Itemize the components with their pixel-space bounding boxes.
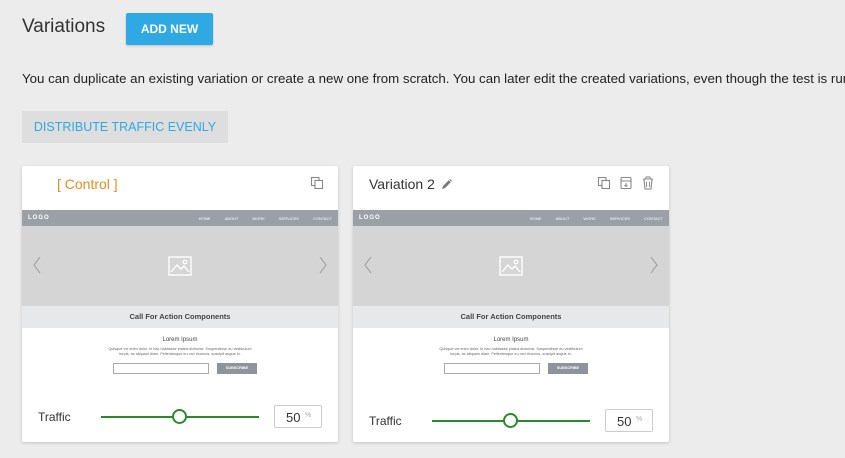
- preview-menu-item: HOME: [198, 215, 211, 221]
- card-header: Variation 2: [353, 166, 669, 210]
- trash-icon[interactable]: [641, 176, 655, 190]
- preview-menu-item: HOME: [529, 215, 542, 221]
- traffic-unit: %: [305, 412, 312, 419]
- preview-lorem-title: Lorem Ipsum: [493, 337, 529, 343]
- preview-logo: LOGO: [28, 215, 50, 221]
- traffic-row: Traffic 50 %: [22, 403, 338, 431]
- preview-lorem-line: turpis, ac aliquam diam. Pellentesque eu…: [450, 352, 572, 356]
- edit-icon[interactable]: [440, 177, 454, 191]
- preview-menu-item: WORK: [252, 215, 265, 221]
- duplicate-icon[interactable]: [310, 176, 324, 190]
- traffic-value: 50: [286, 410, 301, 425]
- preview-menu-item: ABOUT: [555, 215, 570, 221]
- add-new-button[interactable]: ADD NEW: [126, 13, 213, 45]
- preview-menu-item: WORK: [583, 215, 596, 221]
- card-header: [ Control ]: [22, 166, 338, 210]
- chevron-left-icon: [33, 256, 41, 274]
- preview-menu-item: SERVICES: [278, 215, 299, 221]
- preview-subscribe-button: SUBSCRIBE: [217, 363, 257, 374]
- preview-hero: [353, 226, 669, 306]
- traffic-slider-handle[interactable]: [172, 409, 187, 424]
- preview-nav: LOGO HOME ABOUT WORK SERVICES CONTACT: [353, 210, 669, 226]
- preview-menu-item: ABOUT: [224, 215, 239, 221]
- chevron-left-icon: [364, 256, 372, 274]
- preview-menu-item: CONTACT: [312, 215, 332, 221]
- traffic-value: 50: [617, 414, 632, 429]
- page-preview[interactable]: LOGO HOME ABOUT WORK SERVICES CONTACT Ca…: [22, 210, 338, 404]
- variation-name: [ Control ]: [57, 176, 118, 192]
- preview-nav: LOGO HOME ABOUT WORK SERVICES CONTACT: [22, 210, 338, 226]
- variation-card-2: Variation 2 LOGO HOME ABOUT WORK SERVICE…: [353, 166, 669, 442]
- archive-icon[interactable]: [619, 176, 633, 190]
- preview-cta-title: Call For Action Components: [353, 306, 669, 328]
- preview-menu-item: CONTACT: [643, 215, 663, 221]
- preview-subscribe-button: SUBSCRIBE: [548, 363, 588, 374]
- traffic-input[interactable]: 50 %: [605, 409, 653, 432]
- preview-form: SUBSCRIBE: [32, 363, 338, 374]
- preview-menu: HOME ABOUT WORK SERVICES CONTACT: [199, 216, 332, 221]
- preview-email-field: [444, 363, 540, 374]
- preview-body: Lorem Ipsum Quisque vel enim dolor. In h…: [22, 328, 338, 374]
- traffic-unit: %: [636, 416, 643, 423]
- chevron-right-icon: [319, 256, 327, 274]
- preview-menu-item: SERVICES: [609, 215, 630, 221]
- traffic-label: Traffic: [369, 414, 402, 428]
- traffic-slider-handle[interactable]: [503, 413, 518, 428]
- preview-form: SUBSCRIBE: [363, 363, 669, 374]
- chevron-right-icon: [650, 256, 658, 274]
- traffic-input[interactable]: 50 %: [274, 405, 322, 428]
- description-text: You can duplicate an existing variation …: [22, 71, 845, 86]
- image-placeholder-icon: [168, 256, 192, 276]
- preview-body: Lorem Ipsum Quisque vel enim dolor. In h…: [353, 328, 669, 374]
- card-actions: [597, 176, 655, 190]
- preview-lorem-line: turpis, ac aliquam diam. Pellentesque eu…: [119, 352, 241, 356]
- preview-lorem-title: Lorem Ipsum: [162, 337, 198, 343]
- page-preview[interactable]: LOGO HOME ABOUT WORK SERVICES CONTACT Ca…: [353, 210, 669, 404]
- page-title: Variations: [22, 16, 106, 37]
- image-placeholder-icon: [499, 256, 523, 276]
- preview-logo: LOGO: [359, 215, 381, 221]
- variation-name: Variation 2: [369, 176, 435, 192]
- traffic-label: Traffic: [38, 410, 71, 424]
- traffic-row: Traffic 50 %: [353, 407, 669, 435]
- preview-cta-title: Call For Action Components: [22, 306, 338, 328]
- card-actions: [310, 176, 324, 190]
- variation-card-control: [ Control ] LOGO HOME ABOUT WORK SERVICE…: [22, 166, 338, 442]
- duplicate-icon[interactable]: [597, 176, 611, 190]
- preview-hero: [22, 226, 338, 306]
- preview-email-field: [113, 363, 209, 374]
- distribute-traffic-button[interactable]: DISTRIBUTE TRAFFIC EVENLY: [22, 111, 228, 143]
- preview-menu: HOME ABOUT WORK SERVICES CONTACT: [530, 216, 663, 221]
